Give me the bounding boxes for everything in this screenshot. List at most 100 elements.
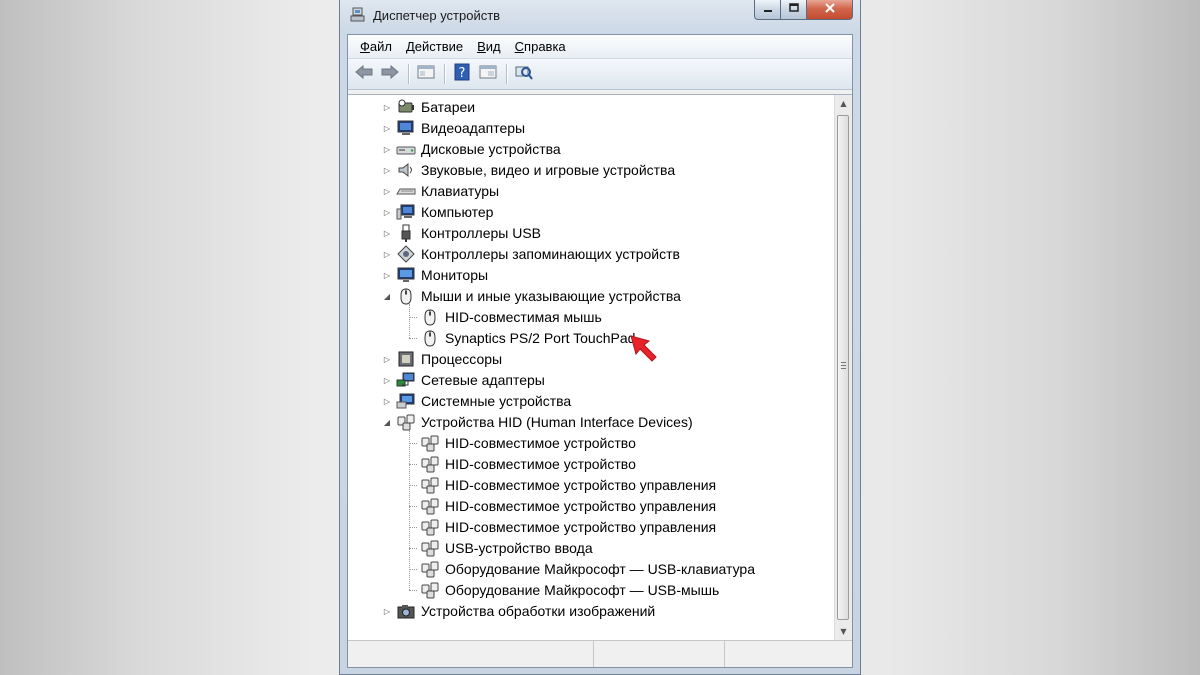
- hid-device-icon: [420, 560, 440, 578]
- expand-arrow-icon[interactable]: ▷: [382, 144, 392, 154]
- device-item[interactable]: Оборудование Майкрософт — USB-мышь: [420, 580, 719, 600]
- close-button[interactable]: [807, 0, 853, 20]
- tree-connector: [409, 506, 417, 507]
- help-button[interactable]: ?: [450, 63, 474, 85]
- disk-drive-icon: [396, 140, 416, 158]
- expand-arrow-icon[interactable]: ▷: [382, 270, 392, 280]
- close-icon: [824, 3, 836, 16]
- expand-arrow-icon[interactable]: ▷: [382, 123, 392, 133]
- menu-item-3[interactable]: Справка: [508, 39, 573, 54]
- toolbar-separator: [444, 64, 446, 84]
- device-item[interactable]: HID-совместимое устройство: [420, 433, 636, 453]
- device-item[interactable]: HID-совместимое устройство управления: [420, 475, 716, 495]
- toolbar-separator: [506, 64, 508, 84]
- processor-icon: [396, 350, 416, 368]
- keyboard-icon: [396, 182, 416, 200]
- menu-item-0[interactable]: Файл: [353, 39, 399, 54]
- expand-arrow-icon[interactable]: ▷: [382, 249, 392, 259]
- maximize-button[interactable]: [781, 0, 807, 20]
- collapse-arrow-icon[interactable]: ◢: [382, 291, 392, 301]
- menu-accelerator: С: [514, 39, 525, 54]
- camera-icon: [396, 602, 416, 620]
- vertical-scrollbar[interactable]: ▲ ▼: [834, 95, 852, 640]
- device-category[interactable]: ▷ Контроллеры запоминающих устройств: [382, 244, 680, 264]
- scrollbar-thumb[interactable]: [837, 115, 849, 620]
- scroll-down-button[interactable]: ▼: [835, 623, 852, 640]
- device-category[interactable]: ▷ Контроллеры USB: [382, 223, 541, 243]
- view-icon: [479, 64, 497, 84]
- mouse-icon: [396, 287, 416, 305]
- device-category-label: Видеоадаптеры: [421, 120, 526, 136]
- device-item[interactable]: Synaptics PS/2 Port TouchPad: [420, 328, 635, 348]
- menu-item-1[interactable]: Действие: [399, 39, 470, 54]
- tree-connector: [409, 590, 417, 591]
- device-category[interactable]: ▷ Системные устройства: [382, 391, 571, 411]
- expand-arrow-icon[interactable]: ▷: [382, 606, 392, 616]
- device-item[interactable]: Оборудование Майкрософт — USB-клавиатура: [420, 559, 755, 579]
- device-category[interactable]: ◢ Устройства HID (Human Interface Devices…: [382, 412, 693, 432]
- grip-line: [841, 367, 846, 369]
- red-pointer-arrow-icon: [629, 334, 659, 364]
- expand-arrow-icon[interactable]: ▷: [382, 186, 392, 196]
- expand-arrow-icon[interactable]: ▷: [382, 396, 392, 406]
- device-category[interactable]: ▷ Дисковые устройства: [382, 139, 561, 159]
- expand-arrow-icon[interactable]: ▷: [382, 354, 392, 364]
- expand-arrow-icon[interactable]: ▷: [382, 207, 392, 217]
- menu-label: ид: [485, 39, 501, 54]
- scan-hardware-button[interactable]: [512, 63, 536, 85]
- chevron-down-icon: ▼: [840, 627, 847, 636]
- device-category[interactable]: ▷ Звуковые, видео и игровые устройства: [382, 160, 675, 180]
- device-category[interactable]: ◢ Мыши и иные указывающие устройства: [382, 286, 681, 306]
- storage-controller-icon: [396, 245, 416, 263]
- hid-device-icon: [420, 455, 440, 473]
- scroll-up-button[interactable]: ▲: [835, 95, 852, 112]
- back-button[interactable]: [352, 63, 376, 85]
- battery-icon: [396, 98, 416, 116]
- collapse-arrow-icon[interactable]: ◢: [382, 417, 392, 427]
- view-button[interactable]: [476, 63, 500, 85]
- device-category[interactable]: ▷ Клавиатуры: [382, 181, 499, 201]
- properties-icon: [417, 64, 435, 84]
- menu-label: айл: [369, 39, 392, 54]
- device-category[interactable]: ▷ Мониторы: [382, 265, 488, 285]
- device-item[interactable]: HID-совместимое устройство: [420, 454, 636, 474]
- title-bar[interactable]: Диспетчер устройств: [340, 0, 860, 34]
- tree-connector: [409, 317, 417, 318]
- forward-button[interactable]: [378, 63, 402, 85]
- tree-connector: [409, 548, 417, 549]
- device-category[interactable]: ▷ Процессоры: [382, 349, 502, 369]
- device-category[interactable]: ▷ Компьютер: [382, 202, 494, 222]
- device-category-label: Контроллеры запоминающих устройств: [421, 246, 680, 262]
- display-adapter-icon: [396, 119, 416, 137]
- expand-arrow-icon[interactable]: ▷: [382, 102, 392, 112]
- expand-arrow-icon[interactable]: ▷: [382, 165, 392, 175]
- device-item-label: HID-совместимое устройство управления: [445, 477, 717, 493]
- device-category-label: Устройства обработки изображений: [421, 603, 656, 619]
- device-tree: ▷ Батареи ▷ Видеоадаптеры ▷ Дисковые устройст…: [348, 95, 834, 640]
- toolbar: ?: [348, 58, 852, 90]
- device-item[interactable]: HID-совместимое устройство управления: [420, 517, 716, 537]
- menu-item-2[interactable]: Вид: [470, 39, 508, 54]
- maximize-icon: [788, 3, 799, 16]
- hid-device-icon: [420, 497, 440, 515]
- menu-accelerator: Ф: [360, 39, 370, 54]
- device-category[interactable]: ▷ Видеоадаптеры: [382, 118, 525, 138]
- device-category[interactable]: ▷ Сетевые адаптеры: [382, 370, 545, 390]
- device-category[interactable]: ▷ Батареи: [382, 97, 475, 117]
- status-cell: [594, 641, 725, 667]
- minimize-button[interactable]: [754, 0, 781, 20]
- expand-arrow-icon[interactable]: ▷: [382, 228, 392, 238]
- svg-text:?: ?: [459, 66, 466, 81]
- window-controls: [754, 0, 853, 21]
- device-category[interactable]: ▷ Устройства обработки изображений: [382, 601, 655, 621]
- status-cell: [725, 641, 852, 667]
- device-item[interactable]: USB-устройство ввода: [420, 538, 593, 558]
- device-item[interactable]: HID-совместимая мышь: [420, 307, 602, 327]
- properties-button[interactable]: [414, 63, 438, 85]
- device-item[interactable]: HID-совместимое устройство управления: [420, 496, 716, 516]
- hid-device-icon: [420, 581, 440, 599]
- tree-connector: [409, 443, 417, 444]
- device-category-label: Устройства HID (Human Interface Devices): [421, 414, 693, 430]
- device-item-label: HID-совместимое устройство управления: [445, 519, 717, 535]
- expand-arrow-icon[interactable]: ▷: [382, 375, 392, 385]
